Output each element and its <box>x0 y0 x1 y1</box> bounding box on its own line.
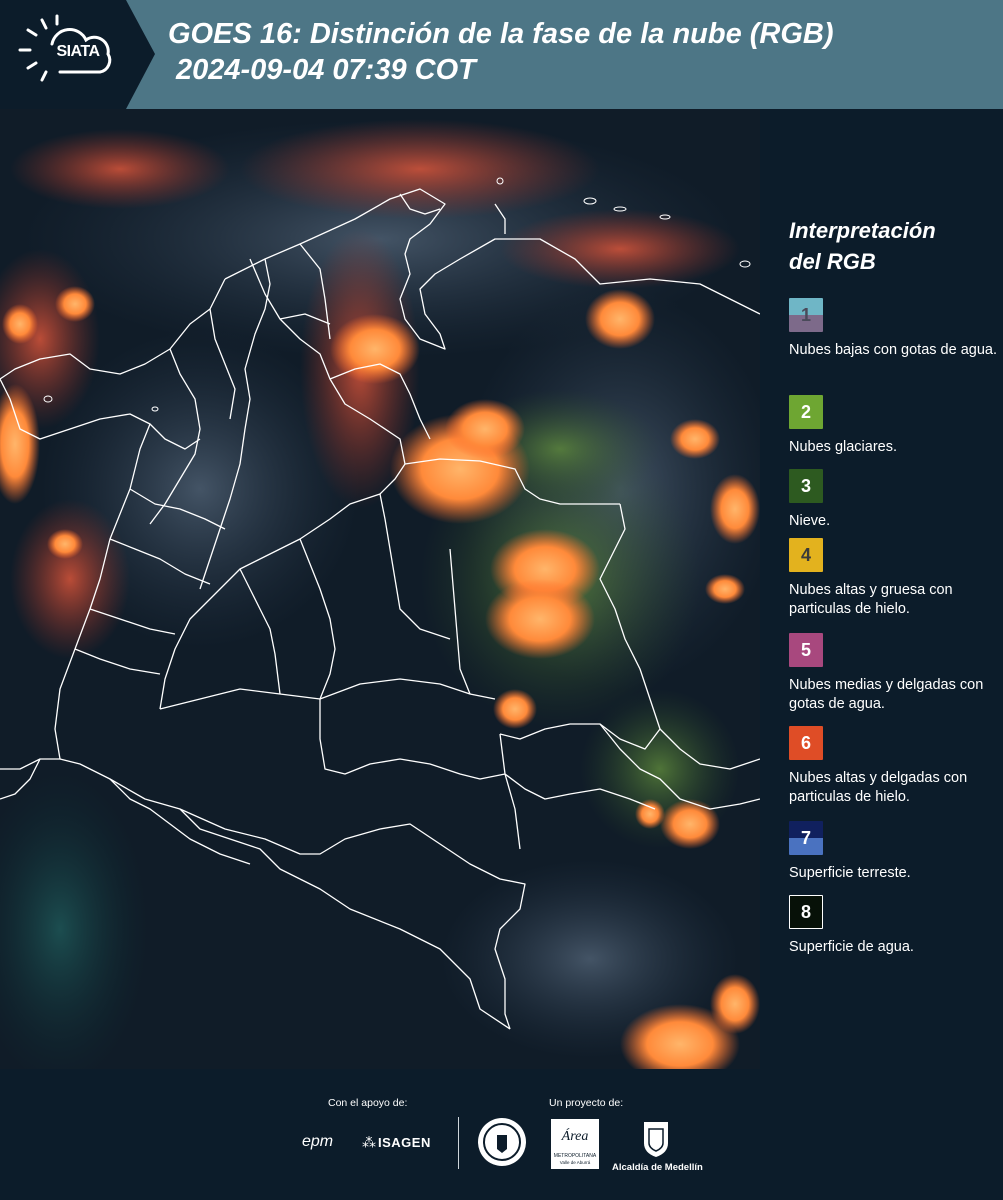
legend-label: Superficie terreste. <box>789 865 911 881</box>
legend-title-line-1: Interpretación <box>789 218 936 243</box>
area-metropolitana-logo: Área METROPOLITANA Valle de Aburrá <box>551 1119 599 1169</box>
page-title: GOES 16: Distinción de la fase de la nub… <box>168 16 834 88</box>
area-logo-script: Área <box>561 1129 589 1144</box>
legend-swatch-4: 4 <box>789 538 823 572</box>
legend-number: 2 <box>800 402 811 422</box>
legend-item-2: 2 Nubes glaciares. <box>789 395 999 457</box>
legend-title: Interpretación del RGB <box>789 215 989 277</box>
logo-text: SIATA <box>56 43 100 60</box>
area-logo-subtext: Valle de Aburrá <box>559 1160 591 1165</box>
legend-label: Superficie de agua. <box>789 939 914 955</box>
title-line-2: 2024-09-04 07:39 COT <box>176 54 476 86</box>
footer: Con el apoyo de: Un proyecto de: epm ⁂ I… <box>0 1069 1003 1200</box>
legend-label: Nubes altas y gruesa con particulas de h… <box>789 582 953 617</box>
footer-divider <box>458 1117 459 1169</box>
legend-panel: Interpretación del RGB 1 Nubes bajas con… <box>760 109 1003 1069</box>
legend-swatch-5: 5 <box>789 633 823 667</box>
legend-swatch-3: 3 <box>789 469 823 503</box>
legend-title-line-2: del RGB <box>789 249 876 274</box>
project-label: Un proyecto de: <box>549 1097 624 1109</box>
legend-item-5: 5 Nubes medias y delgadas con gotas de a… <box>789 633 999 714</box>
legend-number: 5 <box>800 640 811 660</box>
legend-label: Nubes glaciares. <box>789 439 897 455</box>
legend-number: 6 <box>800 733 811 753</box>
legend-number: 7 <box>800 828 811 848</box>
legend-label: Nubes bajas con gotas de agua. <box>789 342 997 358</box>
legend-number: 3 <box>800 476 811 496</box>
area-logo-text: METROPOLITANA <box>553 1153 597 1159</box>
siata-logo: SIATA <box>0 0 155 109</box>
title-line-1: GOES 16: Distinción de la fase de la nub… <box>168 18 834 50</box>
legend-number: 1 <box>800 305 811 325</box>
legend-label: Nubes medias y delgadas con gotas de agu… <box>789 677 984 712</box>
isagen-icon: ⁂ <box>362 1134 376 1150</box>
legend-swatch-6: 6 <box>789 726 823 760</box>
legend-label: Nieve. <box>789 513 831 529</box>
legend-number: 4 <box>800 545 811 565</box>
legend-swatch-1: 1 <box>789 298 823 332</box>
legend-item-6: 6 Nubes altas y delgadas con particulas … <box>789 726 999 807</box>
header-bar: SIATA GOES 16: Distinción de la fase de … <box>0 0 1003 109</box>
legend-item-3: 3 Nieve. <box>789 469 999 531</box>
epm-logo: epm <box>302 1133 334 1150</box>
isagen-logo: ISAGEN <box>378 1135 431 1150</box>
legend-swatch-8: 8 <box>789 895 823 929</box>
legend-label: Nubes altas y delgadas con particulas de… <box>789 770 968 805</box>
alcaldia-label: Alcaldía de Medellín <box>612 1162 703 1173</box>
legend-item-8: 8 Superficie de agua. <box>789 895 999 957</box>
legend-number: 8 <box>800 902 811 922</box>
alcaldia-shield-icon <box>644 1122 668 1157</box>
map-image <box>0 109 760 1069</box>
legend-item-4: 4 Nubes altas y gruesa con particulas de… <box>789 538 999 619</box>
seal-icon <box>478 1118 526 1166</box>
legend-swatch-7: 7 <box>789 821 823 855</box>
support-label: Con el apoyo de: <box>328 1097 408 1109</box>
satellite-map <box>0 109 760 1069</box>
legend-item-1: 1 Nubes bajas con gotas de agua. <box>789 298 999 360</box>
legend-item-7: 7 Superficie terreste. <box>789 821 999 883</box>
legend-swatch-2: 2 <box>789 395 823 429</box>
